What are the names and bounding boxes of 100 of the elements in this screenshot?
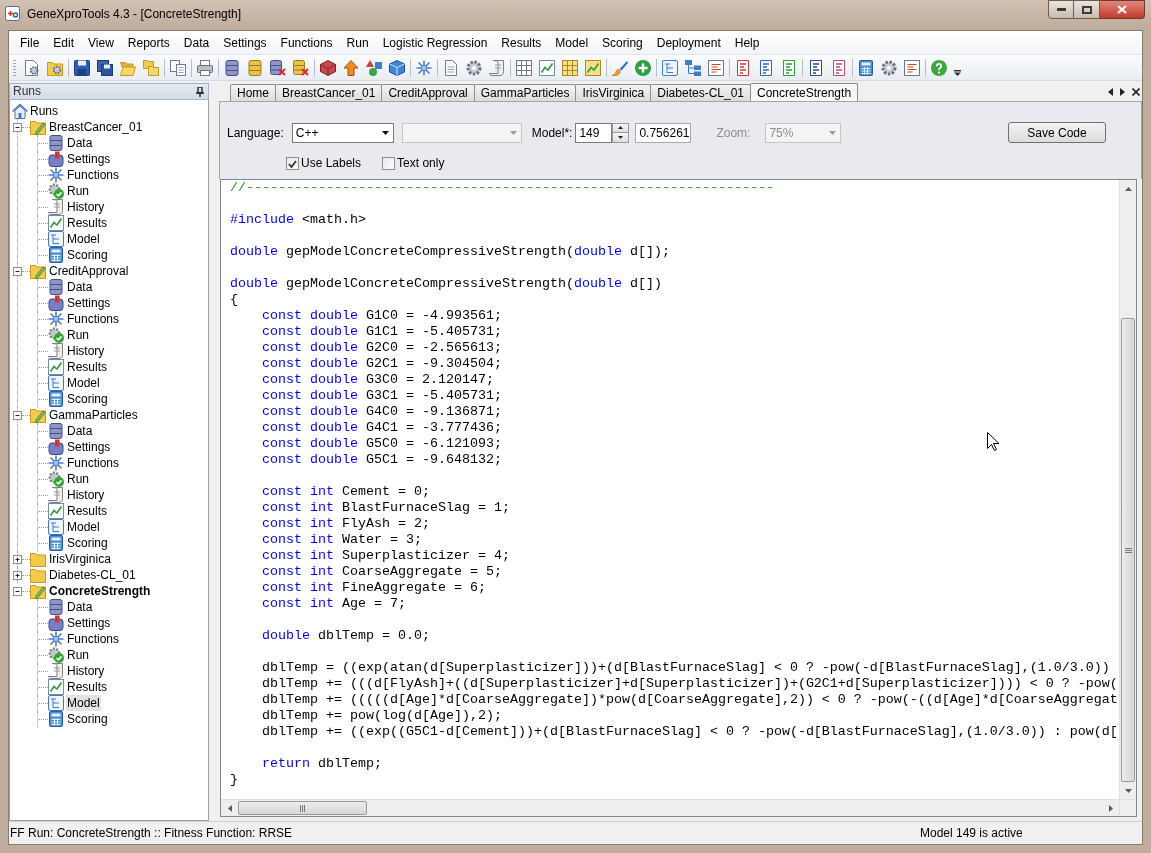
- scroll-up-icon[interactable]: [1124, 186, 1132, 191]
- folder-gear-icon[interactable]: [47, 59, 63, 76]
- tree-item[interactable]: Results: [66, 679, 108, 695]
- tab[interactable]: GammaParticles: [473, 84, 577, 101]
- tree-item[interactable]: Results: [66, 215, 108, 231]
- scroll-right-icon[interactable]: [1108, 804, 1113, 812]
- maximize-button[interactable]: [1074, 0, 1100, 19]
- grid-icon[interactable]: [562, 59, 578, 76]
- floppy-disks-icon[interactable]: [97, 59, 113, 76]
- checkbox[interactable]: [382, 157, 396, 170]
- tree-item[interactable]: Data: [66, 135, 94, 151]
- database-cross-icon[interactable]: [293, 59, 309, 76]
- gear-icon[interactable]: [466, 59, 482, 76]
- horizontal-scrollbar[interactable]: [221, 799, 1119, 816]
- close-button[interactable]: [1100, 0, 1145, 19]
- tab[interactable]: Diabetes-CL_01: [650, 84, 751, 101]
- tree-item[interactable]: Model: [66, 695, 101, 711]
- tree-item[interactable]: History: [66, 663, 106, 679]
- database-icon[interactable]: [247, 59, 263, 76]
- tree-item[interactable]: ConcreteStrength: [49, 583, 151, 599]
- menu-item[interactable]: Scoring: [595, 32, 650, 53]
- tree-item[interactable]: Results: [66, 359, 108, 375]
- menu-item[interactable]: View: [81, 32, 121, 53]
- tree-item[interactable]: History: [66, 487, 106, 503]
- tree-item[interactable]: Data: [66, 279, 94, 295]
- spin-down-button[interactable]: [612, 132, 630, 143]
- list-icon[interactable]: [904, 59, 920, 76]
- tree-item[interactable]: Scoring: [66, 391, 109, 407]
- database-icon[interactable]: [224, 59, 240, 76]
- code-file-icon[interactable]: [808, 59, 824, 76]
- tree-item[interactable]: Settings: [66, 151, 112, 167]
- pin-icon[interactable]: [196, 86, 204, 97]
- value-field[interactable]: 0.756261: [635, 122, 692, 143]
- grid-icon[interactable]: [516, 59, 532, 76]
- scrollbar-thumb[interactable]: [238, 801, 367, 815]
- shapes-icon[interactable]: [366, 59, 382, 76]
- package-icon[interactable]: [320, 59, 336, 76]
- tab[interactable]: Home: [230, 84, 276, 101]
- menu-item[interactable]: Help: [727, 32, 767, 53]
- tree-item[interactable]: GammaParticles: [49, 407, 138, 423]
- list-icon[interactable]: [708, 59, 724, 76]
- tree-item[interactable]: Model: [66, 375, 101, 391]
- tree-item[interactable]: Settings: [66, 615, 112, 631]
- close-icon[interactable]: [1132, 88, 1140, 96]
- menu-item[interactable]: Deployment: [649, 32, 728, 53]
- tree-item[interactable]: Data: [66, 599, 94, 615]
- menu-item[interactable]: Reports: [120, 32, 177, 53]
- line-chart-icon[interactable]: [585, 59, 601, 76]
- scroll-left-icon[interactable]: [1108, 88, 1113, 96]
- scroll-icon[interactable]: [489, 59, 505, 76]
- brush-icon[interactable]: [612, 59, 628, 76]
- tree-item[interactable]: Functions: [66, 311, 121, 327]
- database-cross-icon[interactable]: [270, 59, 286, 76]
- expand-icon[interactable]: [13, 570, 22, 580]
- tree-item[interactable]: Functions: [66, 167, 121, 183]
- scrollbar-thumb[interactable]: [1121, 318, 1135, 782]
- tree-item[interactable]: Settings: [66, 439, 112, 455]
- tab[interactable]: ConcreteStrength: [750, 83, 859, 101]
- tree-item[interactable]: Data: [66, 423, 94, 439]
- code-file-icon[interactable]: [831, 59, 847, 76]
- scroll-down-icon[interactable]: [1124, 788, 1132, 793]
- language-select[interactable]: C++: [291, 122, 394, 143]
- tree-item[interactable]: BreastCancer_01: [49, 119, 143, 135]
- menu-item[interactable]: Results: [494, 32, 549, 53]
- tree-item[interactable]: Run: [66, 327, 90, 343]
- hierarchy-icon[interactable]: [685, 59, 701, 76]
- tree-item[interactable]: CreditApproval: [49, 263, 129, 279]
- up-arrow-icon[interactable]: [343, 59, 359, 76]
- tree-item[interactable]: Functions: [66, 455, 121, 471]
- code-file-icon[interactable]: [758, 59, 774, 76]
- model-number-field[interactable]: 149: [575, 122, 613, 143]
- tree-item[interactable]: Scoring: [66, 535, 109, 551]
- tree-item[interactable]: Settings: [66, 295, 112, 311]
- menu-item[interactable]: Data: [176, 32, 217, 53]
- tree-item[interactable]: Model: [66, 519, 101, 535]
- checkbox[interactable]: [286, 157, 299, 170]
- scroll-right-icon[interactable]: [1120, 88, 1125, 96]
- page-icon[interactable]: [443, 59, 459, 76]
- help-icon[interactable]: [931, 59, 947, 76]
- gear-icon[interactable]: [881, 59, 897, 76]
- tab[interactable]: IrisVirginica: [575, 84, 652, 101]
- document-gear-icon[interactable]: [24, 59, 40, 76]
- tree-item[interactable]: Run: [66, 647, 90, 663]
- code-file-icon[interactable]: [735, 59, 751, 76]
- collapse-icon[interactable]: [13, 266, 22, 276]
- printer-icon[interactable]: [197, 59, 213, 76]
- tree-item[interactable]: Diabetes-CL_01: [49, 567, 136, 583]
- calculator-icon[interactable]: [858, 59, 874, 76]
- expand-icon[interactable]: [13, 554, 22, 564]
- tab[interactable]: CreditApproval: [381, 84, 475, 101]
- spin-up-button[interactable]: [612, 122, 630, 133]
- add-icon[interactable]: [635, 59, 651, 76]
- collapse-icon[interactable]: [13, 586, 22, 596]
- tab[interactable]: BreastCancer_01: [275, 84, 383, 101]
- copy-documents-icon[interactable]: [170, 59, 186, 76]
- menu-item[interactable]: Edit: [46, 32, 82, 53]
- menu-item[interactable]: Model: [548, 32, 596, 53]
- save-code-button[interactable]: Save Code: [1008, 122, 1106, 143]
- tree-item[interactable]: Scoring: [66, 247, 109, 263]
- vertical-scrollbar[interactable]: [1119, 180, 1136, 799]
